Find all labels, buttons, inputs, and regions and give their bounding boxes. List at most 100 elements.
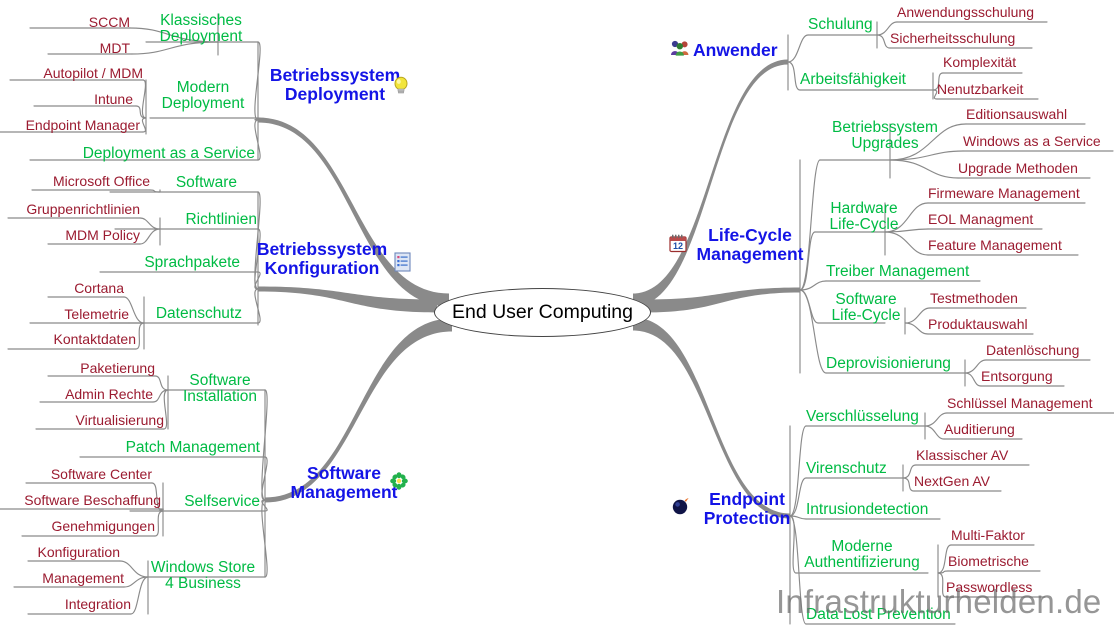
- leaf-label: Integration: [64, 596, 131, 612]
- branch-anwender-label: Anwender: [693, 40, 778, 60]
- leaf-produktauswahl[interactable]: Produktauswahl: [928, 317, 1028, 332]
- leaf-entsorgung[interactable]: Entsorgung: [981, 369, 1053, 384]
- node-label: Virenschutz: [806, 460, 887, 477]
- leaf-label: Feature Management: [928, 237, 1062, 253]
- leaf-multi-faktor[interactable]: Multi-Faktor: [951, 528, 1025, 543]
- leaf-gruppenrichtlinien[interactable]: Gruppenrichtlinien: [0, 202, 140, 217]
- leaf-mdm-policy[interactable]: MDM Policy: [0, 228, 140, 243]
- node-arbeitsfaehigkeit[interactable]: Arbeitsfähigkeit: [800, 71, 906, 88]
- node-label: Schulung: [808, 16, 873, 33]
- leaf-klassischer-av[interactable]: Klassischer AV: [916, 448, 1008, 463]
- branch-os-konfiguration[interactable]: Betriebssystem Konfiguration: [252, 240, 392, 277]
- node-datenschutz[interactable]: Datenschutz: [110, 305, 242, 322]
- leaf-upgrade-methoden[interactable]: Upgrade Methoden: [958, 161, 1078, 176]
- leaf-ws-integration[interactable]: Integration: [0, 597, 131, 612]
- node-klassisches-deployment[interactable]: Klassisches Deployment: [146, 12, 256, 46]
- node-os-upgrades-line1: Betriebssystem: [832, 119, 938, 136]
- users-group-icon: [670, 39, 690, 56]
- leaf-label: Telemetrie: [64, 306, 129, 322]
- node-moderne-authentifizierung[interactable]: Moderne Authentifizierung: [796, 538, 928, 572]
- leaf-virtualisierung[interactable]: Virtualisierung: [0, 413, 164, 428]
- node-deprovisionierung[interactable]: Deprovisionierung: [826, 355, 951, 372]
- leaf-firmeware-management[interactable]: Firmeware Management: [928, 186, 1080, 201]
- leaf-label: Testmethoden: [930, 290, 1018, 306]
- leaf-label: Komplexität: [943, 54, 1017, 70]
- node-software-installation[interactable]: Software Installation: [168, 372, 272, 406]
- node-label: Verschlüsselung: [806, 408, 919, 425]
- leaf-genehmigungen[interactable]: Genehmigungen: [0, 519, 155, 534]
- node-klassisches-deployment-line2: Deployment: [159, 28, 243, 46]
- node-intrusiondetection[interactable]: Intrusiondetection: [806, 501, 929, 518]
- leaf-datenloeschung[interactable]: Datenlöschung: [986, 343, 1079, 358]
- node-schulung[interactable]: Schulung: [808, 16, 873, 33]
- branch-endpoint-protection[interactable]: Endpoint Protection: [688, 490, 806, 527]
- leaf-windows-as-a-service[interactable]: Windows as a Service: [963, 134, 1101, 149]
- leaf-auditierung[interactable]: Auditierung: [944, 422, 1015, 437]
- leaf-label: Klassischer AV: [916, 447, 1009, 463]
- leaf-software-center[interactable]: Software Center: [0, 467, 152, 482]
- node-modern-deployment-line2: Deployment: [161, 95, 245, 113]
- node-modern-deployment-line1: Modern: [176, 79, 230, 96]
- leaf-anwendungsschulung[interactable]: Anwendungsschulung: [897, 5, 1034, 20]
- leaf-label: Windows as a Service: [963, 133, 1101, 149]
- branch-anwender[interactable]: Anwender: [693, 41, 778, 60]
- node-sw-lc-line1: Software: [835, 291, 897, 308]
- green-flower-icon: [390, 472, 408, 490]
- branch-os-deployment[interactable]: Betriebssystem Deployment: [265, 66, 405, 103]
- leaf-autopilot-mdm[interactable]: Autopilot / MDM: [0, 66, 143, 81]
- node-label: Software: [175, 174, 237, 191]
- node-verschluesselung[interactable]: Verschlüsselung: [806, 408, 919, 425]
- node-hardware-life-cycle[interactable]: Hardware Life-Cycle: [815, 200, 913, 234]
- node-moderne-auth-line1: Moderne: [831, 538, 893, 555]
- watermark: Infrastrukturhelden.de: [776, 583, 1102, 620]
- leaf-kontaktdaten[interactable]: Kontaktdaten: [0, 332, 136, 347]
- node-label: Datenschutz: [155, 305, 242, 322]
- node-patch-management[interactable]: Patch Management: [80, 439, 260, 456]
- leaf-cortana[interactable]: Cortana: [0, 281, 124, 296]
- node-treiber-management[interactable]: Treiber Management: [826, 263, 969, 280]
- leaf-endpoint-manager[interactable]: Endpoint Manager: [0, 118, 140, 133]
- node-label: Intrusiondetection: [806, 501, 929, 518]
- leaf-label: Biometrische: [948, 553, 1029, 569]
- node-hw-lc-line1: Hardware: [830, 200, 898, 217]
- leaf-telemetrie[interactable]: Telemetrie: [0, 307, 129, 322]
- leaf-sccm[interactable]: SCCM: [0, 15, 130, 30]
- branch-os-deployment-label-line2: Deployment: [284, 83, 386, 104]
- branch-life-cycle-management[interactable]: Life-Cycle Management: [690, 226, 810, 263]
- node-sprachpakete[interactable]: Sprachpakete: [100, 254, 240, 271]
- root-node[interactable]: End User Computing: [434, 288, 651, 337]
- node-label: Selfservice: [184, 493, 260, 510]
- leaf-ws-konfiguration[interactable]: Konfiguration: [0, 545, 120, 560]
- leaf-biometrische[interactable]: Biometrische: [948, 554, 1029, 569]
- node-virenschutz[interactable]: Virenschutz: [806, 460, 887, 477]
- leaf-admin-rechte[interactable]: Admin Rechte: [0, 387, 153, 402]
- leaf-testmethoden[interactable]: Testmethoden: [930, 291, 1018, 306]
- leaf-label: Produktauswahl: [928, 316, 1028, 332]
- leaf-sicherheitsschulung[interactable]: Sicherheitsschulung: [890, 31, 1015, 46]
- root-label: End User Computing: [451, 301, 633, 324]
- leaf-eol-managment[interactable]: EOL Managment: [928, 212, 1033, 227]
- leaf-nextgen-av[interactable]: NextGen AV: [914, 474, 990, 489]
- leaf-intune[interactable]: Intune: [0, 92, 133, 107]
- node-betriebssystem-upgrades[interactable]: Betriebssystem Upgrades: [820, 119, 950, 153]
- leaf-paketierung[interactable]: Paketierung: [0, 361, 155, 376]
- node-windows-store-4-business[interactable]: Windows Store 4 Business: [148, 559, 258, 593]
- leaf-ws-management[interactable]: Management: [0, 571, 124, 586]
- node-modern-deployment[interactable]: Modern Deployment: [155, 79, 251, 113]
- leaf-feature-management[interactable]: Feature Management: [928, 238, 1062, 253]
- leaf-software-beschaffung[interactable]: Software Beschaffung: [0, 493, 161, 508]
- leaf-schluessel-management[interactable]: Schlüssel Management: [947, 396, 1093, 411]
- leaf-editionsauswahl[interactable]: Editionsauswahl: [966, 107, 1067, 122]
- leaf-nenutzbarkeit[interactable]: Nenutzbarkeit: [937, 82, 1023, 97]
- node-software-installation-line1: Software: [189, 372, 251, 389]
- leaf-label: Genehmigungen: [51, 518, 155, 534]
- leaf-label: Microsoft Office: [53, 173, 150, 189]
- leaf-label: SCCM: [88, 14, 130, 30]
- branch-lcm-label-line1: Life-Cycle: [708, 225, 792, 245]
- leaf-mdt[interactable]: MDT: [0, 41, 130, 56]
- node-software-life-cycle[interactable]: Software Life-Cycle: [818, 291, 914, 325]
- leaf-microsoft-office[interactable]: Microsoft Office: [0, 174, 150, 189]
- leaf-komplexitaet[interactable]: Komplexität: [943, 55, 1016, 70]
- lightbulb-icon: [392, 76, 410, 96]
- node-deployment-as-a-service[interactable]: Deployment as a Service: [30, 145, 255, 162]
